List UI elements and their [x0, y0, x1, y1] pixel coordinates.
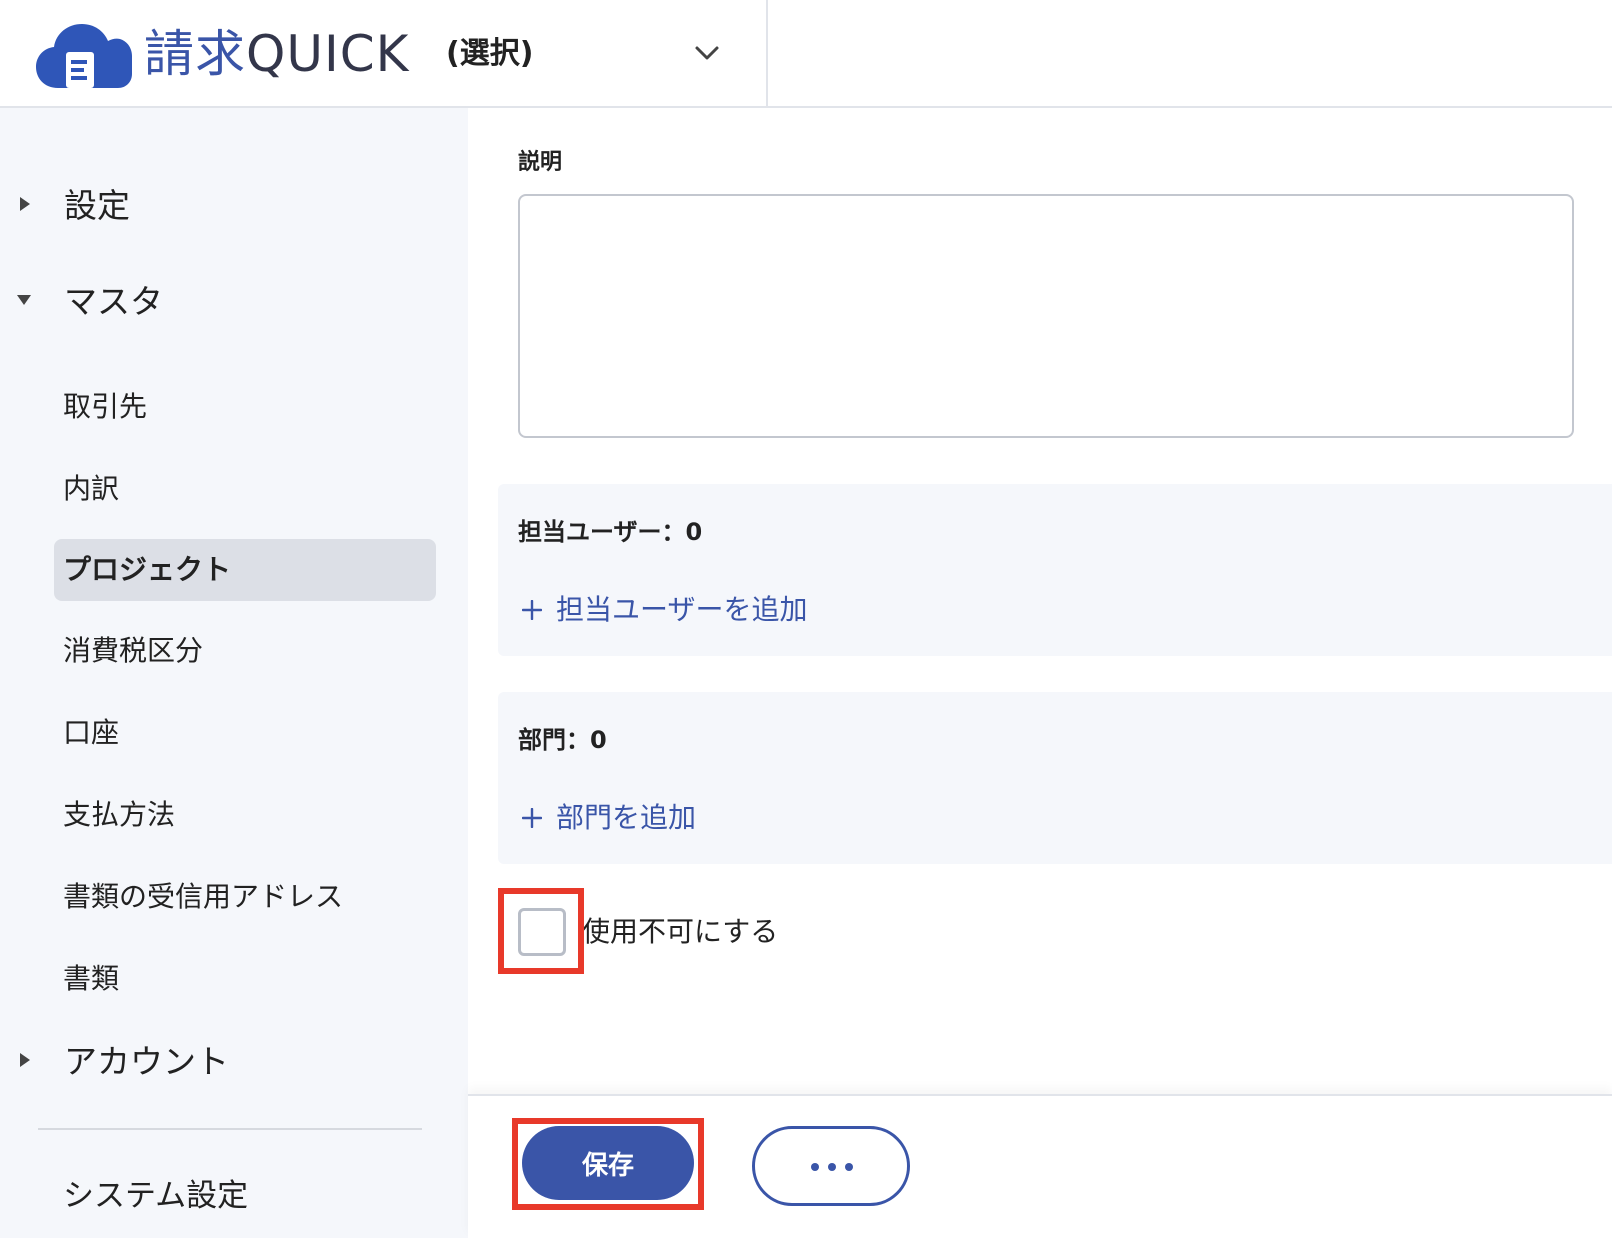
sidebar-item-label: 書類 — [63, 962, 120, 995]
app-header: 請求QUICK (選択) — [0, 0, 1612, 108]
brand-name: 請求QUICK — [144, 25, 410, 83]
disable-checkbox-label: 使用不可にする — [582, 915, 779, 948]
sidebar-item-document-receive-address[interactable]: 書類の受信用アドレス — [54, 866, 436, 928]
sidebar-group-account[interactable]: アカウント — [0, 1034, 468, 1090]
sidebar-item-payment-methods[interactable]: 支払方法 — [54, 784, 436, 846]
sidebar-item-breakdown[interactable]: 内訳 — [54, 458, 436, 520]
assigned-users-panel: 担当ユーザー：0 担当ユーザーを追加 — [498, 484, 1612, 656]
sidebar-item-label: 内訳 — [63, 472, 120, 505]
sidebar-group-settings[interactable]: 設定 — [0, 178, 468, 234]
departments-title: 部門：0 — [518, 726, 607, 754]
sidebar-item-system-settings[interactable]: システム設定 — [54, 1166, 436, 1226]
save-button[interactable]: 保存 — [522, 1126, 694, 1200]
sidebar-item-documents[interactable]: 書類 — [54, 948, 436, 1010]
caret-down-icon — [17, 295, 31, 305]
sidebar-item-label: 消費税区分 — [63, 634, 204, 667]
more-horizontal-icon — [811, 1163, 853, 1171]
add-assigned-user-label: 担当ユーザーを追加 — [556, 593, 808, 626]
organization-selector[interactable]: (選択) — [446, 28, 746, 80]
sidebar-item-label: 取引先 — [63, 390, 148, 423]
sidebar-item-label: システム設定 — [63, 1178, 249, 1214]
chevron-down-icon — [695, 46, 719, 60]
sidebar-divider — [38, 1128, 422, 1130]
sidebar-item-bank-accounts[interactable]: 口座 — [54, 702, 436, 764]
sidebar-item-clients[interactable]: 取引先 — [54, 376, 436, 438]
departments-panel: 部門：0 部門を追加 — [498, 692, 1612, 864]
description-label: 説明 — [518, 150, 563, 175]
assigned-users-title: 担当ユーザー：0 — [518, 518, 703, 546]
description-textarea[interactable] — [518, 194, 1574, 438]
sidebar-group-label: マスタ — [64, 282, 163, 321]
sidebar-item-label: 支払方法 — [63, 798, 176, 831]
sidebar-group-label: アカウント — [64, 1042, 229, 1081]
sidebar-group-label: 設定 — [64, 186, 130, 225]
sidebar-item-label: 口座 — [63, 716, 120, 749]
main-content: 説明 担当ユーザー：0 担当ユーザーを追加 部門：0 部門を追加 使用不可にする… — [468, 108, 1612, 1238]
form-footer: 保存 — [468, 1094, 1612, 1238]
caret-right-icon — [20, 1053, 30, 1067]
sidebar-item-label: 書類の受信用アドレス — [63, 880, 344, 913]
selector-value: (選択) — [446, 36, 534, 71]
header-divider — [766, 0, 768, 108]
disable-checkbox[interactable] — [518, 908, 566, 956]
add-department-label: 部門を追加 — [556, 801, 697, 834]
plus-icon — [522, 600, 542, 620]
sidebar-item-projects[interactable]: プロジェクト — [54, 539, 436, 601]
more-options-button[interactable] — [752, 1126, 910, 1206]
sidebar: 設定 マスタ 取引先 内訳 プロジェクト 消費税区分 口座 支払方法 書類の受信… — [0, 108, 468, 1238]
cloud-document-icon — [36, 24, 132, 88]
caret-right-icon — [20, 197, 30, 211]
plus-icon — [522, 808, 542, 828]
sidebar-item-tax-categories[interactable]: 消費税区分 — [54, 620, 436, 682]
sidebar-group-master[interactable]: マスタ — [0, 274, 468, 330]
sidebar-item-label: プロジェクト — [63, 553, 232, 586]
